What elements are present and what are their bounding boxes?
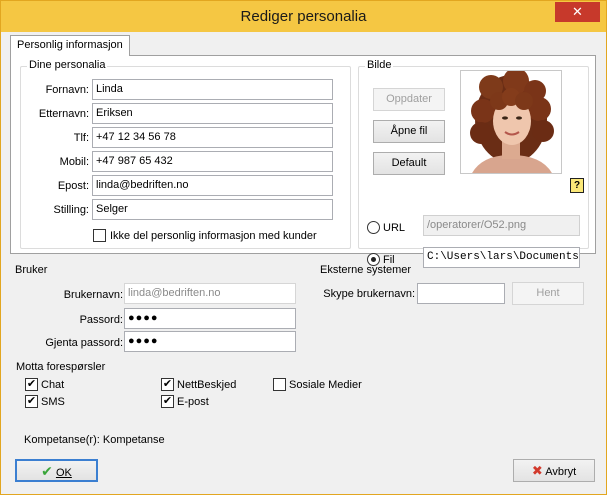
default-image-button[interactable]: Default (373, 152, 445, 175)
url-radio-label: URL (383, 222, 406, 234)
dialog-body: Personlig informasjon Dine personalia Fo… (7, 32, 600, 490)
ok-check-icon: ✔ (41, 463, 53, 479)
skype-label: Skype brukernavn: (323, 288, 415, 300)
cancel-x-icon: ✖ (531, 463, 543, 478)
skype-field[interactable] (417, 283, 505, 304)
mobil-field[interactable]: +47 987 65 432 (92, 151, 333, 172)
competence-text: Kompetanse(r): Kompetanse (24, 434, 165, 446)
hide-info-label: Ikke del personlig informasjon med kunde… (110, 230, 317, 242)
close-button[interactable]: ✕ (555, 2, 600, 22)
radio-dot (371, 257, 376, 262)
requests-label: Motta forespørsler (16, 361, 106, 373)
hide-info-checkbox[interactable] (93, 229, 106, 242)
epost-label: Epost: (57, 180, 89, 192)
open-file-button[interactable]: Åpne fil (373, 120, 445, 143)
eksterne-group-label: Eksterne systemer (320, 264, 412, 276)
mobil-label: Mobil: (59, 156, 89, 168)
tlf-label: Tlf: (73, 132, 89, 144)
window-title: Rediger personalia (240, 8, 367, 25)
sosiale-medier-label: Sosiale Medier (289, 379, 362, 391)
chat-label: Chat (41, 379, 65, 391)
ok-label: OK (55, 467, 72, 479)
stilling-field[interactable]: Selger (92, 199, 333, 220)
help-icon[interactable]: ? (570, 178, 584, 193)
tlf-field[interactable]: +47 12 34 56 78 (92, 127, 333, 148)
fetch-button[interactable]: Hent (512, 282, 584, 305)
nettbeskjed-label: NettBeskjed (177, 379, 237, 391)
update-image-button[interactable]: Oppdater (373, 88, 445, 111)
username-label: Brukernavn: (63, 289, 123, 301)
cancel-label: Avbryt (545, 466, 577, 478)
tab-personlig-informasjon[interactable]: Personlig informasjon (10, 35, 130, 56)
username-field[interactable]: linda@bedriften.no (124, 283, 296, 304)
nettbeskjed-checkbox[interactable]: ✔ (161, 378, 174, 391)
etternavn-label: Etternavn: (38, 108, 89, 120)
sms-label: SMS (41, 396, 65, 408)
repeat-password-field[interactable]: ●●●● (124, 331, 296, 352)
epost-checkbox[interactable]: ✔ (161, 395, 174, 408)
cancel-button[interactable]: ✖ Avbryt (513, 459, 595, 482)
epost-field[interactable]: linda@bedriften.no (92, 175, 333, 196)
dialog-window: Rediger personalia ✕ Personlig informasj… (0, 0, 607, 495)
ok-button[interactable]: ✔ OK (15, 459, 98, 482)
epost-request-label: E-post (177, 396, 209, 408)
url-radio[interactable] (367, 221, 380, 234)
personalia-group-label: Dine personalia (27, 59, 108, 71)
file-path-field[interactable]: C:\Users\lars\Documents\Guider (423, 247, 580, 268)
fornavn-label: Fornavn: (45, 84, 89, 96)
chat-checkbox[interactable]: ✔ (25, 378, 38, 391)
tab-panel: Dine personalia Fornavn: Linda Etternavn… (10, 55, 596, 268)
password-field[interactable]: ●●●● (124, 308, 296, 329)
bruker-group-label: Bruker (13, 264, 50, 276)
url-field[interactable]: /operatorer/O52.png (423, 215, 580, 236)
title-bar[interactable]: Rediger personalia ✕ (1, 1, 606, 32)
stilling-label: Stilling: (53, 204, 89, 216)
etternavn-field[interactable]: Eriksen (92, 103, 333, 124)
fornavn-field[interactable]: Linda (92, 79, 333, 100)
profile-photo (460, 70, 562, 174)
sosiale-medier-checkbox[interactable] (273, 378, 286, 391)
bilde-group-label: Bilde (365, 59, 394, 71)
sms-checkbox[interactable]: ✔ (25, 395, 38, 408)
password-label: Passord: (79, 314, 123, 326)
repeat-password-label: Gjenta passord: (45, 337, 123, 349)
portrait-image (461, 71, 561, 173)
